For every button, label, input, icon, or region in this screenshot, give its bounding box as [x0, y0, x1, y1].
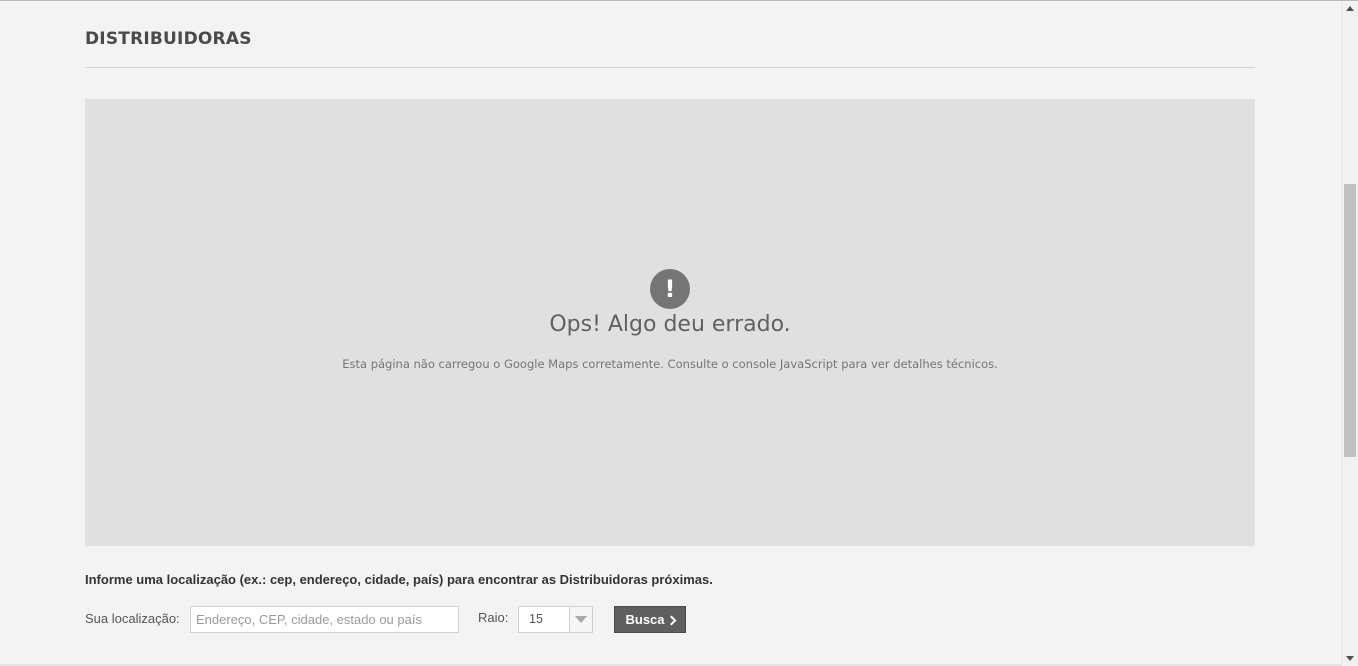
chevron-down-icon[interactable]: [569, 607, 592, 632]
scrollbar-thumb[interactable]: [1344, 184, 1356, 457]
location-input[interactable]: [190, 606, 459, 633]
radius-label: Raio:: [478, 610, 509, 625]
vertical-scrollbar[interactable]: [1341, 1, 1358, 666]
search-instructions: Informe uma localização (ex.: cep, ender…: [85, 572, 713, 587]
exclamation-circle-icon: !: [650, 269, 690, 309]
map-panel[interactable]: ! Ops! Algo deu errado. Esta página não …: [85, 99, 1255, 546]
scroll-down-arrow-icon[interactable]: [1346, 656, 1354, 661]
scroll-up-arrow-icon[interactable]: [1346, 6, 1354, 11]
map-error-title: Ops! Algo deu errado.: [549, 312, 791, 337]
radius-selected-value: 15: [529, 612, 543, 626]
location-label: Sua localização:: [85, 611, 180, 626]
search-button-label: Busca: [625, 612, 665, 627]
radius-select[interactable]: 15: [518, 606, 593, 633]
page-title: DISTRIBUIDORAS: [85, 29, 252, 49]
title-divider: [85, 67, 1255, 68]
map-error-message: Esta página não carregou o Google Maps c…: [342, 357, 998, 371]
search-button[interactable]: Busca: [614, 606, 686, 633]
chevron-right-icon: [666, 615, 676, 625]
